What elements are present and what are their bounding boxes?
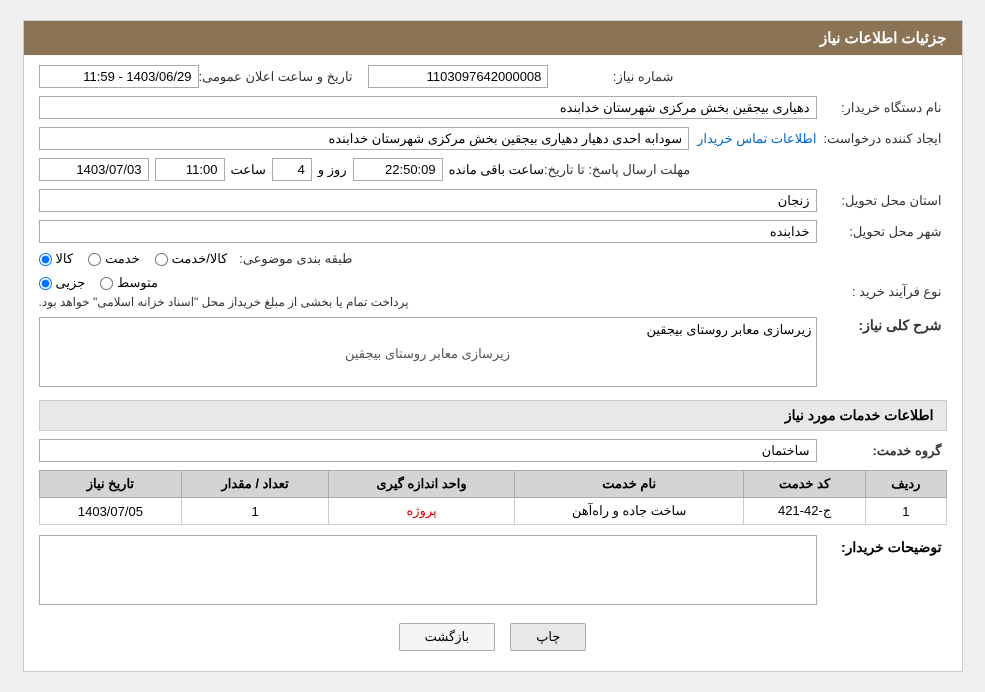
category-row: طبقه بندی موضوعی: کالا/خدمت خدمت کالا xyxy=(39,251,947,267)
back-button[interactable]: بازگشت xyxy=(399,623,495,651)
col-row-num: ردیف xyxy=(866,471,946,498)
print-button[interactable]: چاپ xyxy=(510,623,586,651)
days-label: روز و xyxy=(318,162,347,178)
deadline-label: مهلت ارسال پاسخ: تا تاریخ: xyxy=(544,162,695,178)
purchase-radio-group: متوسط جزیی xyxy=(39,275,159,291)
purchase-jozyi[interactable]: جزیی xyxy=(39,275,86,291)
purchase-jozyi-label: جزیی xyxy=(56,275,86,291)
buyer-notes-row: توضیحات خریدار: xyxy=(39,535,947,608)
category-kala-label: کالا xyxy=(56,251,74,267)
purchase-moutaset[interactable]: متوسط xyxy=(100,275,158,291)
service-group-row: گروه خدمت: xyxy=(39,439,947,462)
city-input[interactable] xyxy=(39,220,817,243)
table-row: 1 ج-42-421 ساخت جاده و راه‌آهن پروژه 1 1… xyxy=(39,498,946,525)
province-label: استان محل تحویل: xyxy=(817,193,947,209)
creator-row: ایجاد کننده درخواست: اطلاعات تماس خریدار xyxy=(39,127,947,150)
category-khedmat-radio[interactable] xyxy=(88,253,101,266)
category-khedmat[interactable]: خدمت xyxy=(88,251,140,267)
province-row: استان محل تحویل: xyxy=(39,189,947,212)
purchase-jozyi-radio[interactable] xyxy=(39,277,52,290)
col-service-name: نام خدمت xyxy=(515,471,744,498)
services-section-header: اطلاعات خدمات مورد نیاز xyxy=(39,400,947,431)
buyer-notes-value xyxy=(39,535,817,608)
deadline-date-input[interactable] xyxy=(39,158,149,181)
announcement-id-label: شماره نیاز: xyxy=(548,69,678,85)
cell-unit[interactable]: پروژه xyxy=(328,498,514,525)
col-date: تاریخ نیاز xyxy=(39,471,182,498)
col-service-code: کد خدمت xyxy=(743,471,865,498)
cell-row-num: 1 xyxy=(866,498,946,525)
announcement-id-input[interactable] xyxy=(368,65,548,88)
page-title: جزئیات اطلاعات نیاز xyxy=(820,30,947,47)
date-input[interactable] xyxy=(39,65,199,88)
category-kala-khedmat-radio[interactable] xyxy=(155,253,168,266)
buyer-notes-textarea[interactable] xyxy=(39,535,817,605)
category-kala[interactable]: کالا xyxy=(39,251,74,267)
time-label: ساعت xyxy=(231,162,266,178)
cell-service-name: ساخت جاده و راه‌آهن xyxy=(515,498,744,525)
cell-service-code: ج-42-421 xyxy=(743,498,865,525)
city-label: شهر محل تحویل: xyxy=(817,224,947,240)
date-label: تاریخ و ساعت اعلان عمومی: xyxy=(199,69,358,85)
creator-label: ایجاد کننده درخواست: xyxy=(817,131,947,147)
content-area: شماره نیاز: تاریخ و ساعت اعلان عمومی: نا… xyxy=(24,55,962,671)
service-group-input[interactable] xyxy=(39,439,817,462)
category-kala-khedmat-label: کالا/خدمت xyxy=(172,251,228,267)
days-input[interactable] xyxy=(272,158,312,181)
buyer-name-row: نام دستگاه خریدار: xyxy=(39,96,947,119)
col-unit: واحد اندازه گیری xyxy=(328,471,514,498)
province-input[interactable] xyxy=(39,189,817,212)
category-kala-khedmat[interactable]: کالا/خدمت xyxy=(155,251,228,267)
buyer-name-label: نام دستگاه خریدار: xyxy=(817,100,947,116)
purchase-type-label: نوع فرآیند خرید : xyxy=(817,284,947,300)
buyer-name-input[interactable] xyxy=(39,96,817,119)
cell-date: 1403/07/05 xyxy=(39,498,182,525)
remaining-input[interactable] xyxy=(353,158,443,181)
page-header: جزئیات اطلاعات نیاز xyxy=(24,21,962,55)
city-row: شهر محل تحویل: xyxy=(39,220,947,243)
col-quantity: تعداد / مقدار xyxy=(182,471,328,498)
services-table: ردیف کد خدمت نام خدمت واحد اندازه گیری ت… xyxy=(39,470,947,525)
contact-link[interactable]: اطلاعات تماس خریدار xyxy=(697,131,816,147)
time-input[interactable] xyxy=(155,158,225,181)
creator-input[interactable] xyxy=(39,127,690,150)
purchase-moutaset-label: متوسط xyxy=(117,275,158,291)
category-radio-group: کالا/خدمت خدمت کالا xyxy=(39,251,228,267)
buttons-row: چاپ بازگشت xyxy=(39,623,947,651)
description-area: زیرسازی معابر روستای بیجقین xyxy=(39,317,817,390)
cell-quantity: 1 xyxy=(182,498,328,525)
category-kala-radio[interactable] xyxy=(39,253,52,266)
category-label: طبقه بندی موضوعی: xyxy=(227,251,357,267)
category-khedmat-label: خدمت xyxy=(105,251,140,267)
description-label: شرح کلی نیاز: xyxy=(817,317,947,334)
deadline-row: مهلت ارسال پاسخ: تا تاریخ: ساعت باقی مان… xyxy=(39,158,947,181)
buyer-notes-label: توضیحات خریدار: xyxy=(817,535,947,556)
purchase-type-row: نوع فرآیند خرید : متوسط جزیی پرداخت تمام… xyxy=(39,275,947,309)
purchase-note: پرداخت تمام یا بخشی از مبلغ خریداز محل "… xyxy=(39,295,409,309)
description-textarea[interactable] xyxy=(39,317,817,387)
purchase-moutaset-radio[interactable] xyxy=(100,277,113,290)
page-container: جزئیات اطلاعات نیاز شماره نیاز: تاریخ و … xyxy=(23,20,963,672)
remaining-label: ساعت باقی مانده xyxy=(449,162,544,178)
announcement-row: شماره نیاز: تاریخ و ساعت اعلان عمومی: xyxy=(39,65,947,88)
description-row: شرح کلی نیاز: زیرسازی معابر روستای بیجقی… xyxy=(39,317,947,390)
service-group-label: گروه خدمت: xyxy=(817,443,947,459)
